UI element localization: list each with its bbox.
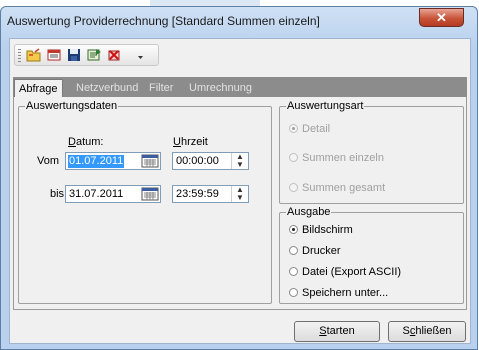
tab-filter[interactable]: Filter: [149, 79, 173, 97]
tab-abfrage[interactable]: Abfrage: [14, 79, 63, 98]
open-folder-icon[interactable]: [25, 47, 43, 63]
radio-drucker-label: Drucker: [302, 245, 341, 257]
calendar-icon[interactable]: [141, 154, 159, 168]
radio-selected-dot: [292, 127, 295, 130]
window-title: Auswertung Providerrechnung [Standard Su…: [7, 14, 320, 28]
vom-date-field[interactable]: 01.07.2011: [65, 152, 161, 170]
bis-time-field[interactable]: 23:59:59 ▲ ▼: [172, 185, 249, 203]
close-icon: ✕: [436, 10, 447, 25]
radio-button[interactable]: [289, 267, 298, 276]
vom-date-value: 01.07.2011: [68, 155, 125, 168]
toolbar: [14, 44, 159, 66]
auswertungsdaten-group-label: Auswertungsdaten: [25, 99, 119, 113]
ausgabe-group: Ausgabe Bildschirm Drucker Datei (Export…: [279, 205, 464, 304]
tab-panel-abfrage: Auswertungsdaten Datum: Uhrzeit Vom 01.0…: [13, 97, 467, 310]
ausgabe-group-label: Ausgabe: [286, 205, 332, 219]
vom-time-field[interactable]: 00:00:00 ▲ ▼: [172, 152, 249, 170]
bis-time-spinner[interactable]: ▲ ▼: [231, 186, 248, 202]
datum-label: Datum:: [68, 136, 104, 148]
radio-summen-einzeln-label: Summen einzeln: [302, 152, 384, 164]
list-icon[interactable]: [45, 47, 63, 63]
radio-button[interactable]: [289, 288, 298, 297]
spin-down-icon[interactable]: ▼: [232, 194, 248, 202]
radio-bildschirm-label: Bildschirm: [302, 224, 353, 236]
export-icon[interactable]: [85, 47, 103, 63]
radio-speichern-unter-label: Speichern unter...: [302, 287, 389, 299]
close-window-button[interactable]: ✕: [419, 8, 464, 27]
title-bar[interactable]: Auswertung Providerrechnung [Standard Su…: [1, 7, 477, 35]
delete-icon[interactable]: [105, 47, 123, 63]
bis-date-value: 31.07.2011: [69, 188, 124, 200]
bis-time-value: 23:59:59: [176, 188, 219, 200]
radio-button[interactable]: [289, 153, 298, 162]
auswertungsart-group-label: Auswertungsart: [286, 99, 365, 113]
radio-selected-dot: [292, 228, 295, 231]
vom-time-value: 00:00:00: [176, 155, 219, 167]
dialog-client-area: Abfrage Netzverbund Filter Umrechnung Au…: [9, 38, 471, 344]
bis-date-field[interactable]: 31.07.2011: [65, 185, 161, 203]
vom-time-spinner[interactable]: ▲ ▼: [231, 153, 248, 169]
bis-label: bis: [50, 188, 65, 200]
spin-down-icon[interactable]: ▼: [232, 161, 248, 169]
radio-summen-gesamt-label: Summen gesamt: [302, 182, 386, 194]
uhrzeit-label: Uhrzeit: [173, 136, 208, 148]
radio-button[interactable]: [289, 183, 298, 192]
tab-netzverbund[interactable]: Netzverbund: [76, 79, 138, 97]
radio-button[interactable]: [289, 225, 298, 234]
schliessen-button[interactable]: Schließen: [388, 321, 466, 342]
radio-button[interactable]: [289, 124, 298, 133]
radio-button[interactable]: [289, 246, 298, 255]
radio-datei-export-label: Datei (Export ASCII): [302, 266, 402, 278]
tab-strip: Abfrage Netzverbund Filter Umrechnung: [13, 77, 467, 98]
dialog-window: Auswertung Providerrechnung [Standard Su…: [0, 6, 478, 350]
auswertungsdaten-group: Auswertungsdaten Datum: Uhrzeit Vom 01.0…: [18, 99, 272, 304]
dropdown-arrow-icon[interactable]: [135, 47, 145, 63]
radio-detail-label: Detail: [302, 123, 331, 135]
toolbar-grip[interactable]: [18, 49, 21, 62]
tab-umrechnung[interactable]: Umrechnung: [189, 79, 252, 97]
calendar-icon[interactable]: [141, 187, 159, 201]
starten-button[interactable]: Starten: [294, 321, 380, 342]
save-icon[interactable]: [65, 47, 83, 63]
auswertungsart-group: Auswertungsart Detail Summen einzeln Sum…: [279, 99, 464, 204]
vom-label: Vom: [37, 155, 60, 167]
